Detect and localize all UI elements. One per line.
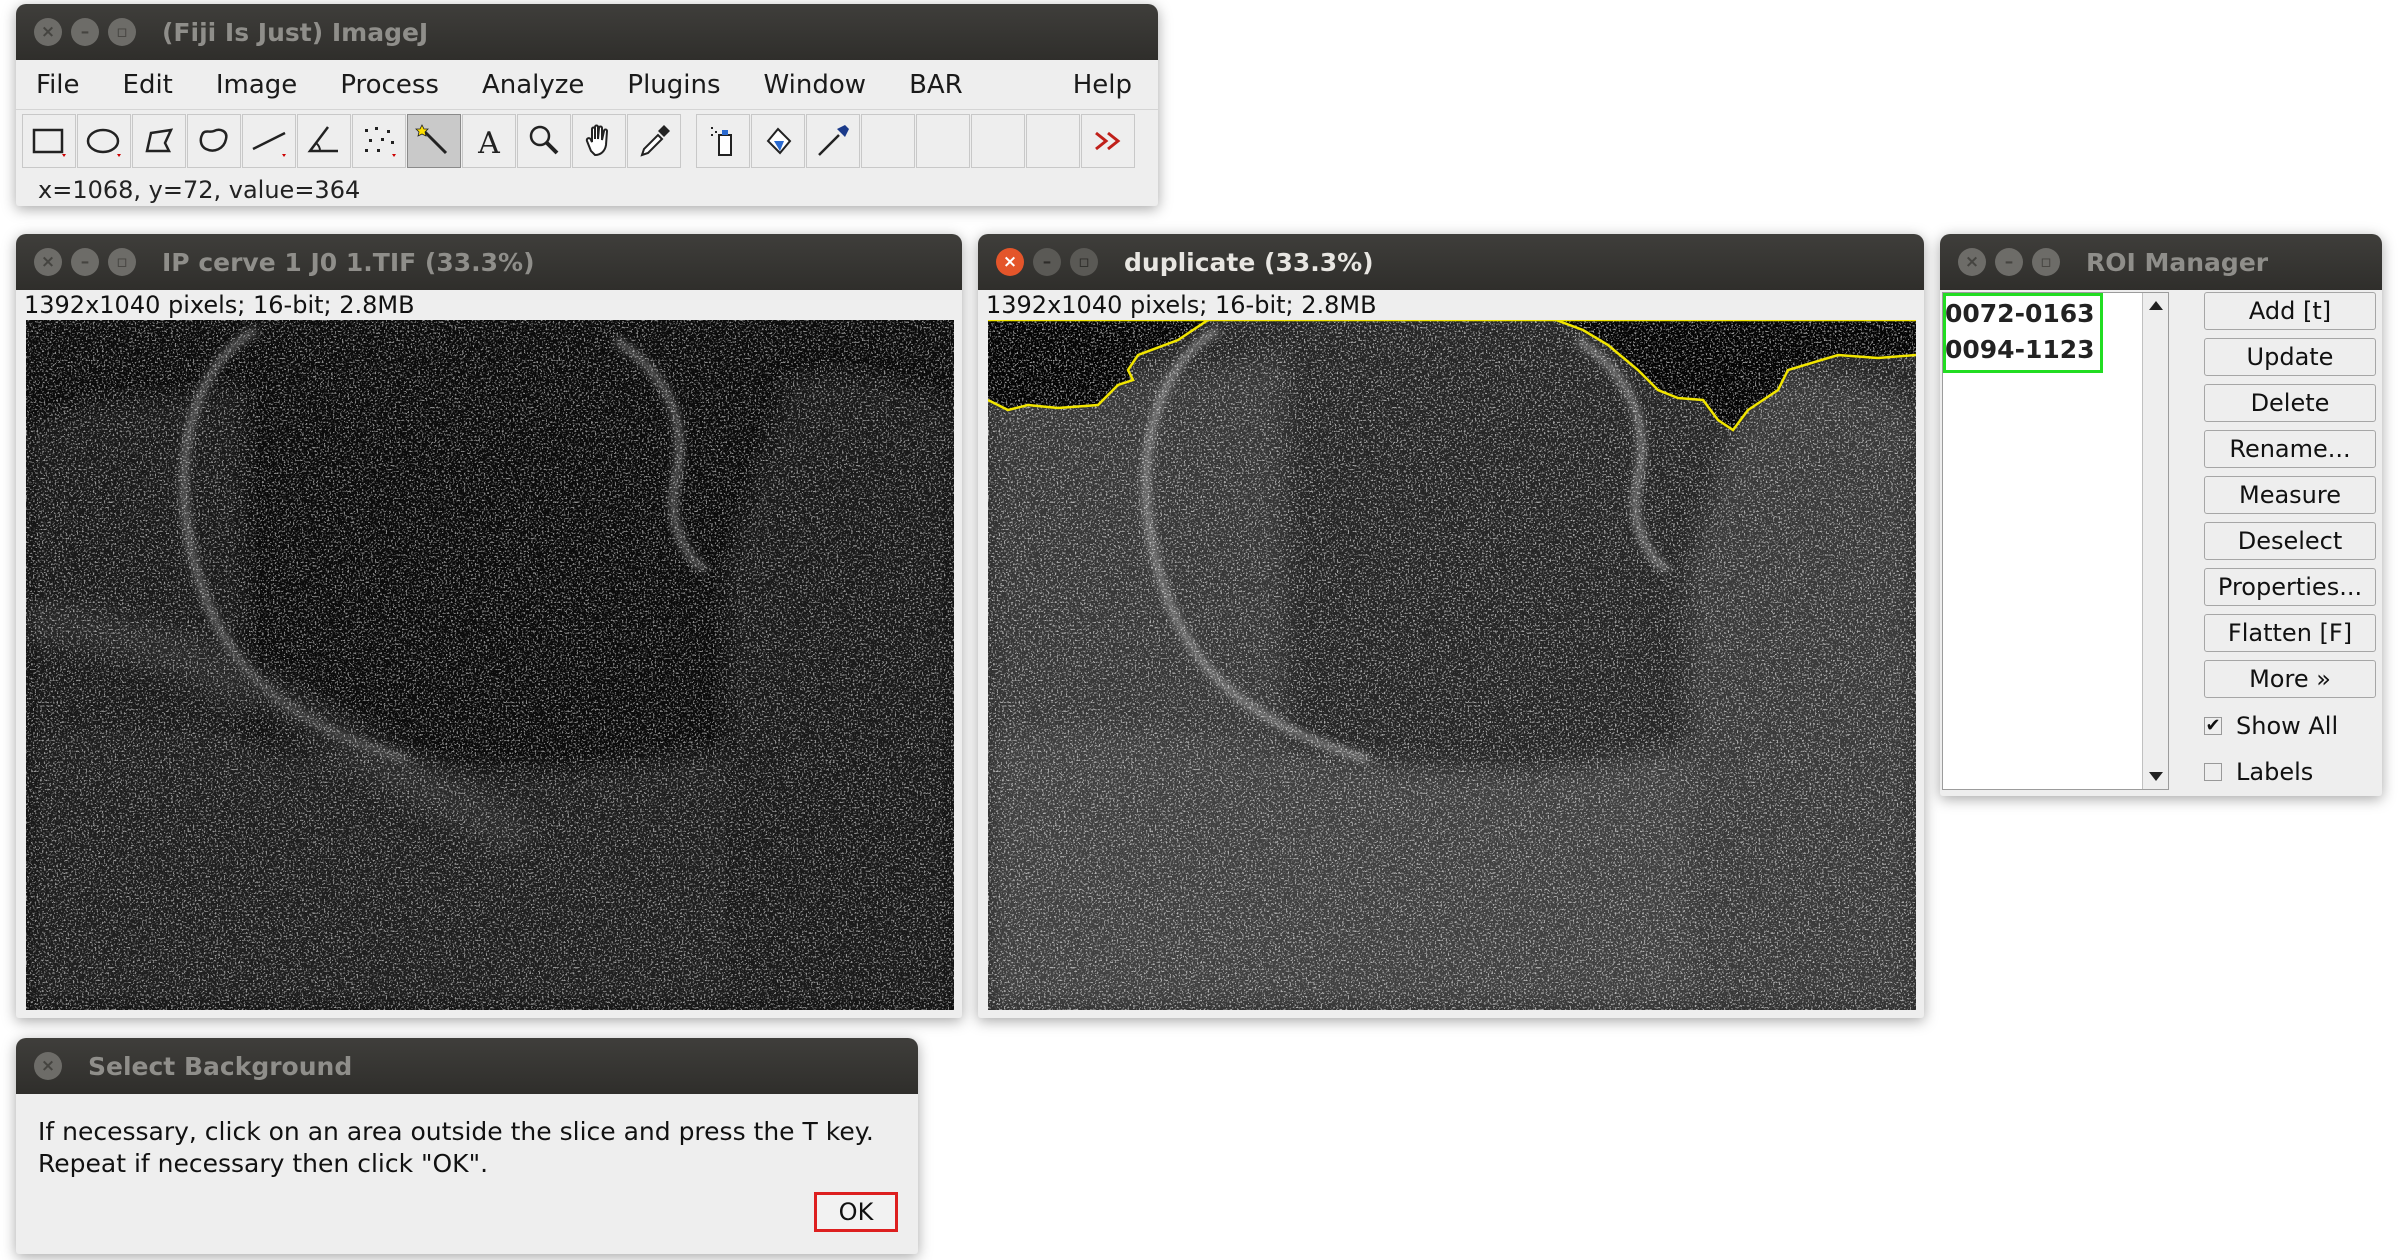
roi-list[interactable]: 0072-0163 0094-1123 [1942,292,2169,790]
image-canvas[interactable] [26,320,954,1010]
image-window-title: IP cerve 1 J0 1.TIF (33.3%) [162,247,535,277]
spray-tool-icon[interactable] [696,114,750,168]
angle-tool-icon[interactable] [297,114,351,168]
dialog-title-bar[interactable]: × Select Background [16,1038,918,1094]
pipette-icon[interactable] [806,114,860,168]
duplicate-title: duplicate (33.3%) [1124,247,1374,277]
delete-button[interactable]: Delete [2204,384,2376,422]
imagej-main-window: × – ▫ (Fiji Is Just) ImageJ File Edit Im… [16,4,1158,206]
maximize-icon[interactable]: ▫ [2032,248,2060,276]
labels-checkbox[interactable]: Labels [2204,758,2313,786]
scroll-up-icon[interactable] [2149,301,2163,310]
update-button[interactable]: Update [2204,338,2376,376]
measure-button[interactable]: Measure [2204,476,2376,514]
empty-slot-icon[interactable] [971,114,1025,168]
close-icon[interactable]: × [34,1052,62,1080]
freehand-tool-icon[interactable] [187,114,241,168]
point-tool-icon[interactable] [352,114,406,168]
checkmark-icon: ✔ [2204,715,2222,736]
minimize-icon[interactable]: – [1033,248,1061,276]
color-picker-icon[interactable] [627,114,681,168]
roi-manager-title-bar[interactable]: × – ▫ ROI Manager [1940,234,2382,290]
zoom-tool-icon[interactable] [517,114,571,168]
show-all-checkbox[interactable]: ✔ Show All [2204,712,2338,740]
close-icon[interactable]: × [34,248,62,276]
status-line: x=1068, y=72, value=364 [38,176,361,204]
menu-help[interactable]: Help [1073,70,1132,100]
show-all-label: Show All [2236,712,2339,740]
minimize-icon[interactable]: – [71,18,99,46]
dialog-title: Select Background [88,1051,353,1081]
image-info: 1392x1040 pixels; 16-bit; 2.8MB [978,290,1924,320]
menu-plugins[interactable]: Plugins [627,70,720,100]
empty-slot-icon[interactable] [1026,114,1080,168]
menu-analyze[interactable]: Analyze [482,70,584,100]
ok-button[interactable]: OK [814,1192,898,1232]
deselect-button[interactable]: Deselect [2204,522,2376,560]
image-window-original: × – ▫ IP cerve 1 J0 1.TIF (33.3%) 1392x1… [16,234,962,1018]
scroll-down-icon[interactable] [2149,772,2163,781]
tool-bar: A [16,110,1158,172]
duplicate-title-bar[interactable]: × – ▫ duplicate (33.3%) [978,234,1924,290]
close-icon[interactable]: × [1958,248,1986,276]
imagej-title: (Fiji Is Just) ImageJ [162,17,429,47]
wand-tool-icon[interactable] [407,114,461,168]
menu-edit[interactable]: Edit [123,70,173,100]
text-tool-icon[interactable]: A [462,114,516,168]
roi-list-item[interactable]: 0072-0163 [1945,299,2095,328]
polygon-tool-icon[interactable] [132,114,186,168]
minimize-icon[interactable]: – [71,248,99,276]
labels-label: Labels [2236,758,2314,786]
image-info: 1392x1040 pixels; 16-bit; 2.8MB [16,290,962,320]
minimize-icon[interactable]: – [1995,248,2023,276]
menu-file[interactable]: File [36,70,80,100]
hand-tool-icon[interactable] [572,114,626,168]
dialog-message-line: If necessary, click on an area outside t… [38,1117,874,1146]
menu-window[interactable]: Window [764,70,867,100]
close-icon[interactable]: × [34,18,62,46]
menu-bar: File Edit Image Process Analyze Plugins … [16,60,1158,110]
menu-bar-plugin[interactable]: BAR [909,70,963,100]
more-button[interactable]: More » [2204,660,2376,698]
select-background-dialog: × Select Background If necessary, click … [16,1038,918,1254]
properties-button[interactable]: Properties... [2204,568,2376,606]
oval-tool-icon[interactable] [77,114,131,168]
flood-fill-icon[interactable] [751,114,805,168]
menu-process[interactable]: Process [340,70,439,100]
svg-text:A: A [477,126,500,161]
menu-image[interactable]: Image [216,70,297,100]
roi-list-scrollbar[interactable] [2142,293,2168,789]
image-canvas[interactable] [988,320,1916,1010]
maximize-icon[interactable]: ▫ [108,18,136,46]
maximize-icon[interactable]: ▫ [108,248,136,276]
line-tool-icon[interactable] [242,114,296,168]
empty-slot-icon[interactable] [861,114,915,168]
empty-slot-icon[interactable] [916,114,970,168]
imagej-title-bar[interactable]: × – ▫ (Fiji Is Just) ImageJ [16,4,1158,60]
dialog-message-line: Repeat if necessary then click "OK". [38,1149,489,1178]
rectangle-tool-icon[interactable] [22,114,76,168]
roi-list-item[interactable]: 0094-1123 [1945,335,2095,364]
checkbox-empty-icon [2204,763,2222,781]
rename-button[interactable]: Rename... [2204,430,2376,468]
maximize-icon[interactable]: ▫ [1070,248,1098,276]
add-button[interactable]: Add [t] [2204,292,2376,330]
close-icon[interactable]: × [996,248,1024,276]
image-window-title-bar[interactable]: × – ▫ IP cerve 1 J0 1.TIF (33.3%) [16,234,962,290]
dialog-message: If necessary, click on an area outside t… [38,1116,874,1180]
roi-manager-title: ROI Manager [2086,247,2269,277]
image-window-duplicate: × – ▫ duplicate (33.3%) 1392x1040 pixels… [978,234,1924,1018]
more-tools-icon[interactable] [1081,114,1135,168]
roi-manager-window: × – ▫ ROI Manager 0072-0163 0094-1123 Ad… [1940,234,2382,796]
flatten-button[interactable]: Flatten [F] [2204,614,2376,652]
